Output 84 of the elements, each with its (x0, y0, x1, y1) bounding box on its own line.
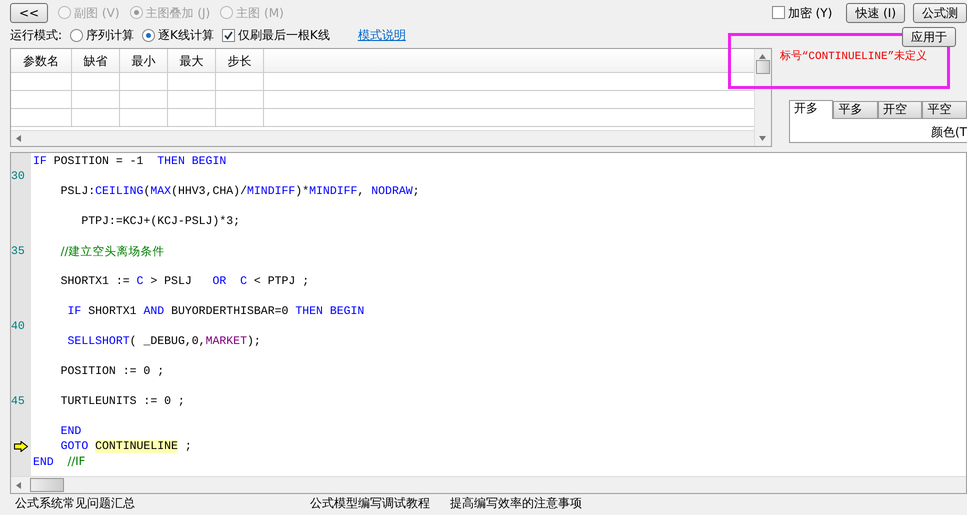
code-keyword: THEN BEGIN (157, 155, 226, 168)
code-text: SHORTX1 := (60, 275, 131, 288)
code-text: ); (246, 335, 261, 348)
toolbar-button[interactable]: 公式测 (913, 2, 967, 22)
code-keyword: C (240, 275, 247, 288)
code-text: PTPJ:=KCJ+(KCJ-PSLJ)*3; (81, 215, 240, 228)
code-keyword: THEN BEGIN (295, 305, 364, 318)
radio-label: 主图叠加 (J) (146, 4, 210, 22)
apply-button[interactable]: 应用于 (902, 27, 956, 47)
column-header[interactable]: 最小 (120, 49, 168, 72)
line-number: 35 (11, 245, 25, 258)
code-text: POSITION := 0 ; (60, 365, 164, 378)
column-header[interactable]: 参数名 (11, 49, 72, 72)
help-link[interactable]: 公式系统常见问题汇总 (15, 496, 135, 511)
code-text: , (357, 185, 366, 198)
code-keyword: MAX (150, 185, 172, 198)
radio-label: 副图 (V) (74, 4, 120, 22)
radio-button[interactable] (142, 28, 156, 42)
code-text: ; (184, 440, 192, 453)
code-text: SHORTX1 (88, 305, 138, 318)
line-number: 30 (11, 170, 25, 183)
code-keyword: IF (33, 155, 47, 168)
vertical-scrollbar[interactable] (754, 49, 771, 146)
color-label: 颜色(T (930, 125, 967, 139)
line-number: 40 (11, 320, 25, 333)
column-header[interactable]: 最大 (168, 49, 216, 72)
checkbox[interactable] (222, 28, 235, 42)
code-text: )* (295, 185, 310, 198)
code-keyword: END (33, 456, 54, 469)
horizontal-scrollbar[interactable] (11, 476, 966, 493)
tab[interactable]: 开多 (788, 100, 834, 119)
help-link[interactable]: 提高编写效率的注意事项 (450, 496, 582, 511)
horizontal-scrollbar[interactable] (11, 130, 754, 146)
code-text: ( (143, 185, 150, 198)
tab[interactable]: 平多 (833, 101, 878, 118)
scroll-arrow-icon[interactable] (15, 135, 22, 142)
tab[interactable]: 开空 (878, 101, 922, 118)
help-link[interactable]: 模式说明 (358, 26, 406, 44)
error-message: 标号“CONTINUELINE”未定义 (780, 49, 928, 65)
code-keyword: IF (68, 305, 82, 318)
code-keyword: MINDIFF (246, 185, 296, 198)
toolbar-button[interactable]: 快速 (I) (846, 2, 905, 22)
scroll-arrow-icon[interactable] (759, 53, 766, 60)
code-keyword: GOTO (60, 440, 90, 453)
help-link[interactable]: 公式模型编写调试教程 (310, 496, 430, 511)
code-text: PSLJ: (60, 185, 96, 198)
code-text: BUYORDERTHISBAR=0 (171, 305, 290, 318)
scroll-arrow-icon[interactable] (759, 135, 766, 142)
code-text: < PTPJ ; (254, 275, 310, 288)
code-text: > PSLJ (150, 275, 193, 288)
code-comment: //建立空头离场条件 (60, 244, 164, 258)
column-header[interactable]: 步长 (216, 49, 264, 72)
code-text: ( _DEBUG,0, (130, 335, 206, 348)
code-editor[interactable] (10, 152, 967, 494)
code-keyword: OR (212, 275, 226, 288)
code-constant: MARKET (206, 335, 247, 348)
code-comment: //IF (68, 454, 86, 468)
code-keyword: NODRAW (371, 185, 413, 198)
code-keyword: C (136, 275, 144, 288)
code-text: ; (412, 185, 420, 198)
code-text: TURTLEUNITS := 0 ; (60, 395, 185, 408)
field-label: 运行模式: (10, 27, 62, 44)
code-keyword: AND (143, 305, 164, 318)
radio-button[interactable] (70, 28, 84, 42)
checkbox[interactable] (772, 6, 785, 19)
radio-label: 主图 (M) (236, 4, 284, 22)
checkbox-label: 仅刷最后一根K线 (238, 27, 330, 44)
code-keyword: CEILING (95, 185, 144, 198)
column-header[interactable]: 缺省 (72, 49, 120, 72)
tab[interactable]: 平空 (922, 101, 967, 118)
scroll-arrow-icon[interactable] (15, 482, 22, 488)
code-text: POSITION = -1 (54, 155, 144, 168)
code-keyword: MINDIFF (309, 185, 358, 198)
radio-label: 逐K线计算 (158, 27, 214, 44)
back-button[interactable]: << (10, 2, 48, 22)
code-keyword: SELLSHORT (68, 335, 130, 348)
code-text: (HHV3,CHA)/ (171, 185, 247, 198)
radio-label: 序列计算 (86, 27, 134, 44)
code-keyword: END (60, 425, 82, 438)
line-number: 45 (11, 395, 25, 408)
scroll-thumb[interactable] (30, 478, 64, 492)
scroll-thumb[interactable] (756, 60, 770, 74)
code-error-label: CONTINUELINE (95, 440, 178, 453)
checkbox-label: 加密 (Y) (788, 4, 832, 22)
